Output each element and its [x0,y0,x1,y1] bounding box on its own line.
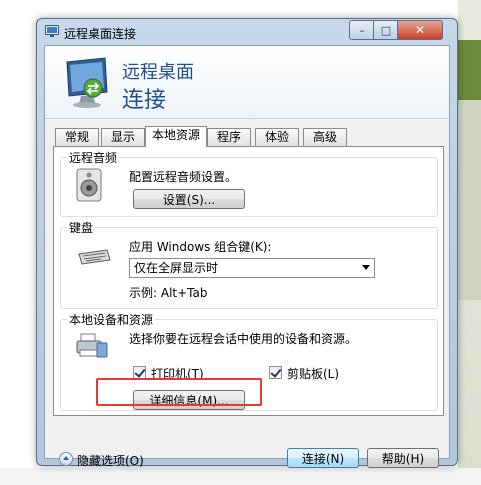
keyboard-combo-value: 仅在全屏显示时 [134,261,219,275]
tab-programs[interactable]: 程序 [207,128,251,146]
banner-title-line2: 连接 [122,88,167,113]
tab-strip: 常规 显示 本地资源 程序 体验 高级 [53,126,443,147]
clipboard-checkbox[interactable] [269,366,282,379]
window-title: 远程桌面连接 [64,27,137,41]
remote-desktop-monitor-icon [66,57,108,108]
annotation-highlight-box [96,378,262,406]
title-bar[interactable]: 远程桌面连接 – □ ✕ [37,19,457,45]
clipboard-label[interactable]: 剪贴板(L) [287,365,339,382]
chevron-down-icon [362,265,370,270]
keyboard-icon [78,249,111,265]
local-devices-description: 选择你要在远程会话中使用的设备和资源。 [129,332,358,346]
hide-options-link[interactable]: 隐藏选项(O) [77,452,144,469]
devices-printer-icon [76,333,108,358]
keyboard-combo-select[interactable]: 仅在全屏显示时 [129,258,375,278]
desktop-background-right [458,0,481,485]
keyboard-example: 示例: Alt+Tab [129,286,208,300]
tab-experience[interactable]: 体验 [255,128,299,146]
local-devices-title: 本地设备和资源 [67,311,156,328]
local-resources-panel: 远程音频 配置远程音频设置。 设置(S)... 键盘 应用 Windows 组合… [53,146,444,416]
desktop-wallpaper-strip [458,40,481,100]
keyboard-combo-label-text: 应用 Windows 组合键(K): [129,240,272,254]
remote-audio-description: 配置远程音频设置。 [129,170,238,184]
banner: 远程桌面 连接 [45,46,449,119]
tab-local-resources[interactable]: 本地资源 [145,126,207,147]
keyboard-title: 键盘 [67,219,96,236]
collapse-options-icon[interactable] [59,452,73,466]
remote-desktop-app-icon [45,25,59,37]
remote-audio-title: 远程音频 [67,149,120,166]
remote-audio-group: 远程音频 配置远程音频设置。 设置(S)... [60,149,438,217]
audio-settings-button[interactable]: 设置(S)... [133,189,245,209]
minimize-icon: – [359,23,365,37]
tab-advanced[interactable]: 高级 [303,128,347,146]
desktop-background-bottom [0,468,481,485]
maximize-icon: □ [380,23,392,37]
tab-general[interactable]: 常规 [55,128,99,146]
keyboard-group: 键盘 应用 Windows 组合键(K): 仅在全屏显示时 示例: Alt+Ta… [60,219,438,309]
help-button[interactable]: 帮助(H) [367,448,439,468]
close-icon: ✕ [414,23,426,37]
maximize-button[interactable]: □ [373,20,399,40]
connect-button[interactable]: 连接(N) [287,448,359,468]
speaker-icon [76,168,102,202]
banner-title-line1: 远程桌面 [122,62,194,83]
close-button[interactable]: ✕ [397,20,443,40]
keyboard-combo-label: 应用 Windows 组合键(K): [129,238,271,255]
tab-display[interactable]: 显示 [101,128,145,146]
desktop-wallpaper-strip-2 [458,100,481,300]
minimize-button[interactable]: – [349,20,375,40]
